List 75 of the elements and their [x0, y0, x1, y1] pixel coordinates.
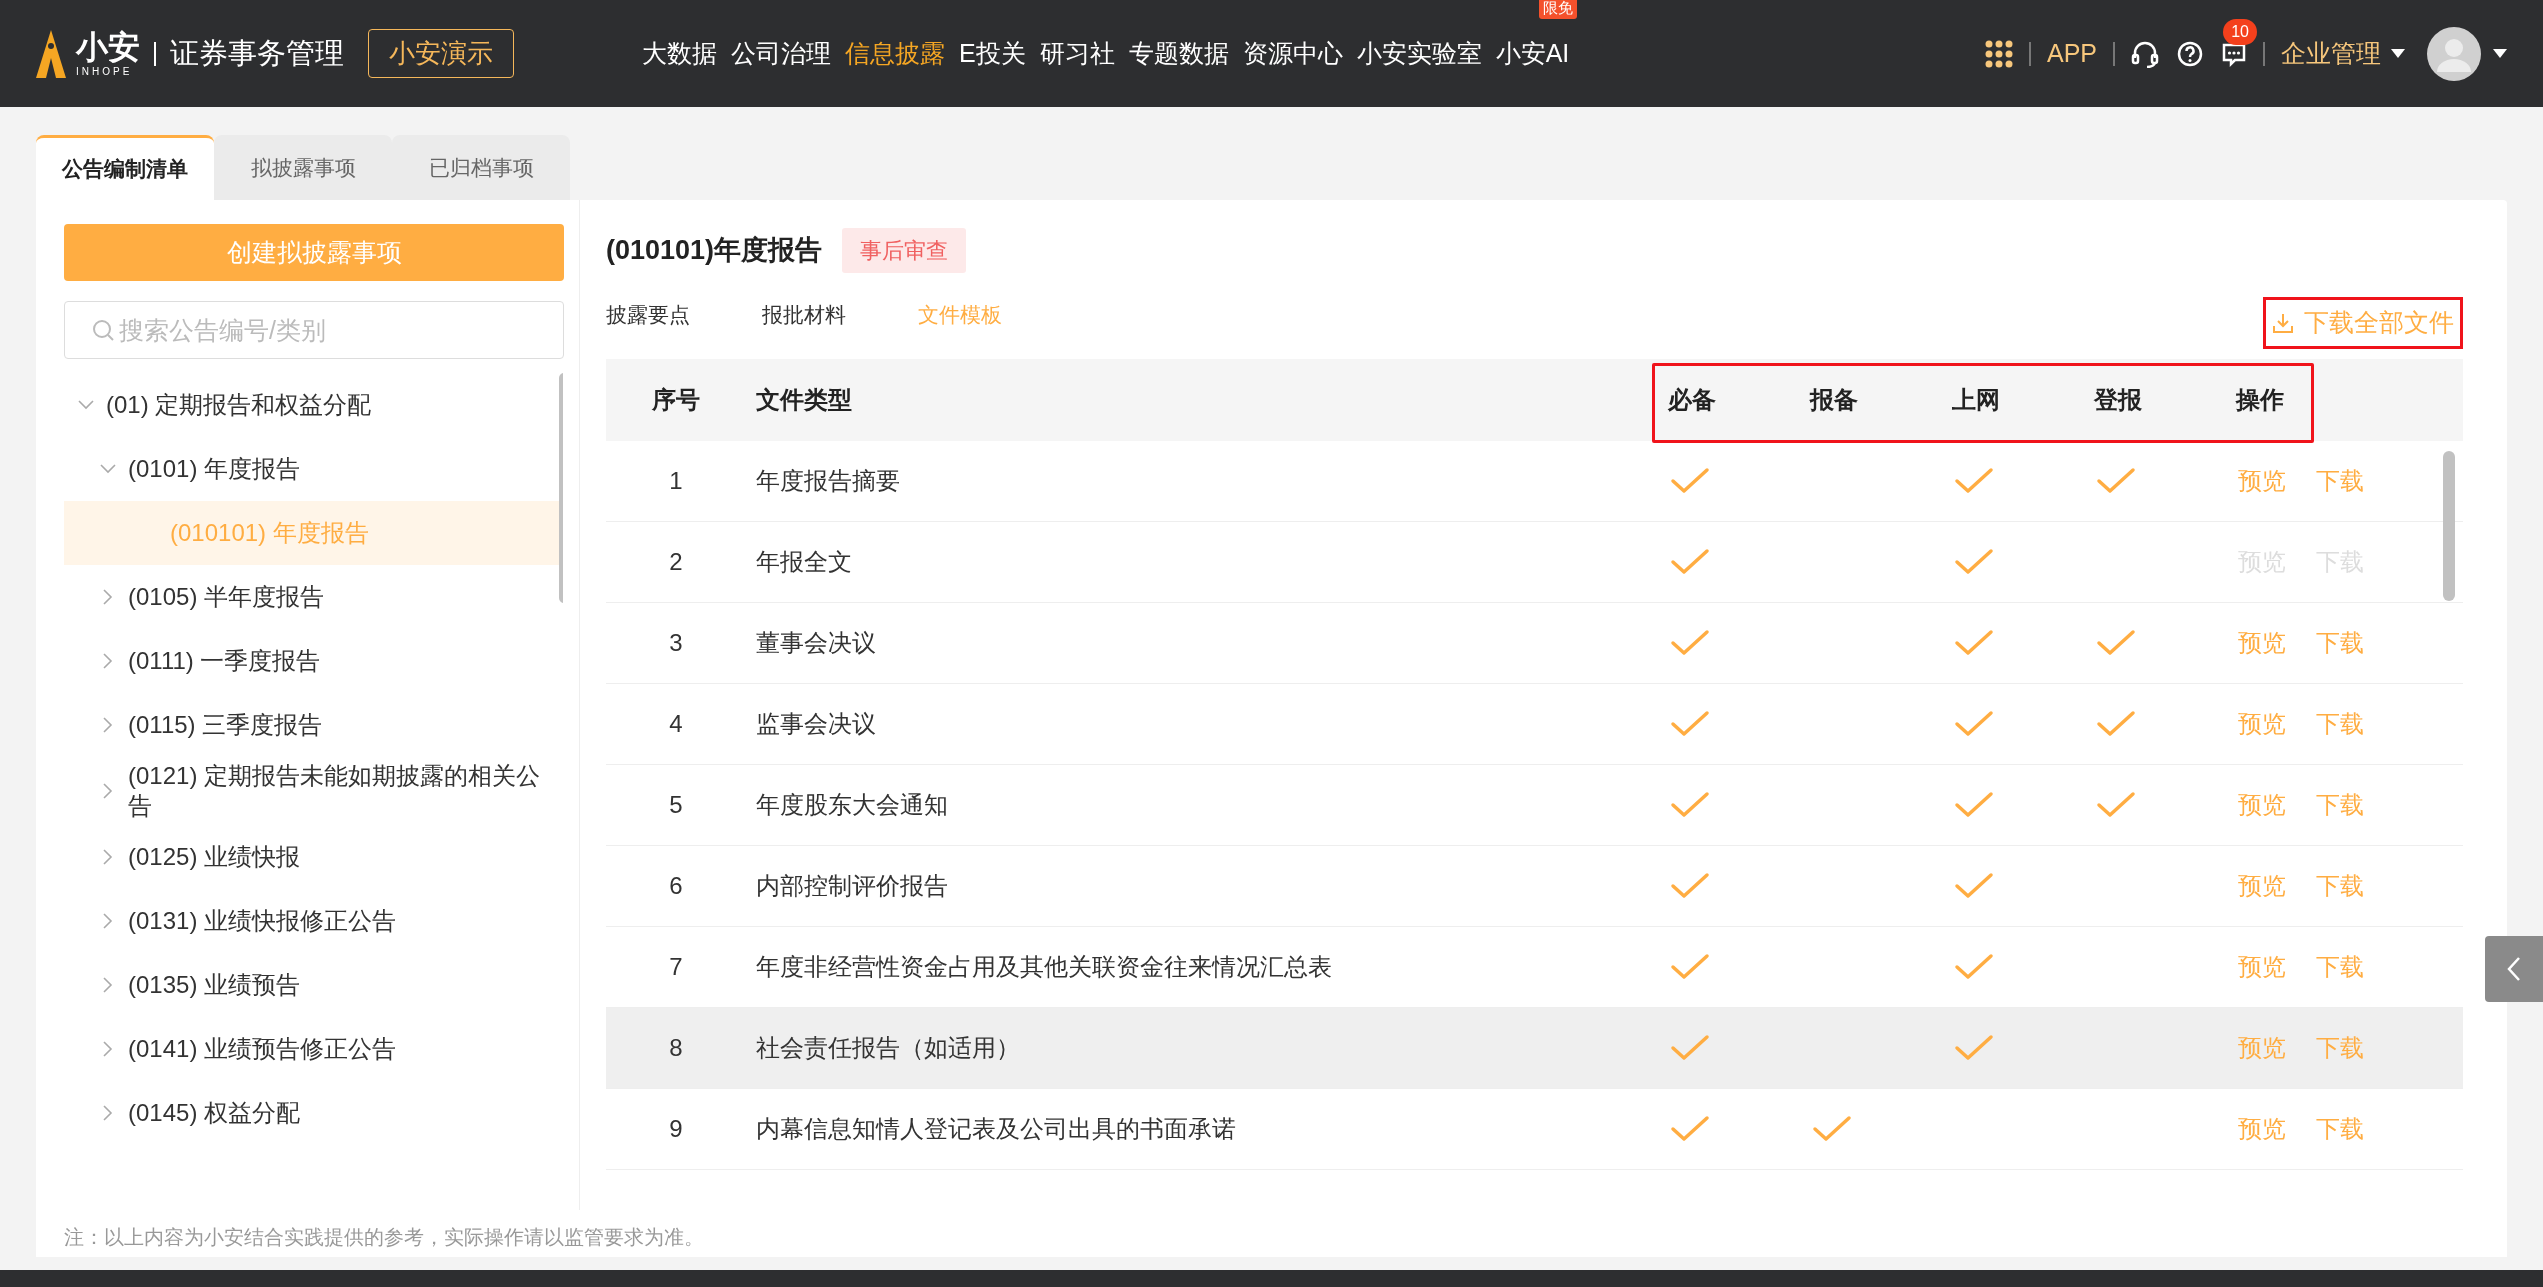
tree-item[interactable]: (0101) 年度报告	[64, 437, 563, 501]
nav-link[interactable]: 小安AI	[1495, 38, 1570, 67]
table-cell-text: 2	[668, 547, 684, 577]
tree-item[interactable]: (0121) 定期报告未能如期披露的相关公告	[64, 757, 563, 825]
apps-grid-icon[interactable]	[1984, 39, 2013, 68]
table-cell-text: 9	[668, 1114, 684, 1144]
search-field[interactable]: 搜索公告编号/类别	[64, 301, 564, 359]
notification-badge: 10	[2223, 18, 2257, 45]
tree-item[interactable]: (0131) 业绩快报修正公告	[64, 889, 563, 953]
avatar-icon[interactable]	[2427, 26, 2481, 81]
nav-link[interactable]: 大数据	[642, 34, 717, 73]
nav-link[interactable]: 资源中心	[1242, 34, 1343, 73]
detail-title: (010101)年度报告	[606, 234, 823, 268]
table-cell-text: 内幕信息知情人登记表及公司出具的书面承诺	[755, 1114, 1237, 1144]
tree-item[interactable]: (01) 定期报告和权益分配	[64, 373, 563, 437]
tab[interactable]: 拟披露事项	[214, 135, 392, 200]
column-header: 文件类型	[755, 385, 853, 415]
tree-item[interactable]: (0135) 业绩预告	[64, 953, 563, 1017]
table-cell-text: 年报全文	[755, 547, 853, 577]
table-cell-text: 5	[668, 790, 684, 820]
nav-link[interactable]: 信息披露	[845, 34, 945, 73]
caret-icon	[2391, 49, 2405, 58]
tab[interactable]: 披露要点	[606, 299, 690, 331]
column-header: 报备	[1808, 385, 1859, 415]
table-cell-text: 1	[668, 466, 684, 496]
caret-icon[interactable]	[2493, 49, 2507, 58]
nav-link[interactable]: E投关	[959, 34, 1026, 73]
headset-icon[interactable]	[2131, 39, 2159, 68]
tab[interactable]: 报批材料	[762, 299, 846, 331]
chevron-left-icon	[2507, 956, 2521, 982]
promo-badge: 限免	[1539, 0, 1578, 19]
logo-text: 小安	[76, 30, 140, 63]
nav-link[interactable]: 公司治理	[731, 34, 831, 73]
table-cell-text: 社会责任报告（如适用）	[755, 1033, 1021, 1063]
table-cell-text: 6	[668, 871, 684, 901]
footnote: 注：以上内容为小安结合实践提供的参考，实际操作请以监管要求为准。	[63, 1225, 705, 1250]
nav-link[interactable]: 小安实验室	[1356, 34, 1482, 73]
table-cell-text: 董事会决议	[755, 628, 877, 658]
chevron-down-icon[interactable]	[78, 400, 94, 410]
column-header: 上网	[1951, 385, 2001, 415]
table-cell-text: 7	[668, 952, 684, 982]
column-header: 登报	[2093, 385, 2143, 415]
logo-subtitle: INHOPE	[76, 66, 134, 77]
table-cell-text: 4	[668, 709, 684, 739]
table-cell-text: 年度股东大会通知	[755, 790, 949, 820]
nav-link[interactable]: 研习社	[1039, 34, 1115, 73]
table-cell-text: 监事会决议	[755, 709, 877, 739]
table-cell-text: 8	[668, 1033, 684, 1063]
tree-item[interactable]: (0115) 三季度报告	[64, 693, 563, 757]
download-icon	[2272, 312, 2294, 334]
nav-link[interactable]: 专题数据	[1128, 34, 1229, 73]
help-icon[interactable]	[2177, 40, 2203, 67]
column-header: 必备	[1667, 385, 1717, 415]
org-menu[interactable]: 企业管理	[2281, 34, 2405, 73]
tree-item[interactable]: (0125) 业绩快报	[64, 825, 563, 889]
collapse-panel-button[interactable]	[2485, 936, 2543, 1002]
tree-item[interactable]: (0141) 业绩预告修正公告	[64, 1017, 563, 1081]
table-cell-text: 年度报告摘要	[755, 466, 901, 496]
status-tag: 事后审查	[842, 228, 967, 273]
tree-item[interactable]: (0105) 半年度报告	[64, 565, 563, 629]
app-link[interactable]: APP	[2046, 34, 2097, 73]
chevron-down-icon[interactable]	[100, 464, 116, 474]
table-cell-text: 内部控制评价报告	[755, 871, 949, 901]
tab[interactable]: 公告编制清单	[36, 135, 214, 200]
demo-button[interactable]: 小安演示	[368, 29, 514, 78]
table-cell-text: 年度非经营性资金占用及其他关联资金往来情况汇总表	[755, 952, 1333, 982]
column-header: 操作	[2234, 385, 2285, 415]
tree-item[interactable]: (0145) 权益分配	[64, 1081, 563, 1145]
tree-item[interactable]: (0111) 一季度报告	[64, 629, 563, 693]
table-cell-text: 3	[668, 628, 684, 658]
product-title: 证券事务管理	[170, 35, 344, 71]
scrollbar-thumb[interactable]	[2443, 451, 2455, 601]
column-header: 序号	[651, 385, 701, 415]
tab[interactable]: 已归档事项	[392, 135, 570, 200]
search-icon	[92, 319, 114, 341]
